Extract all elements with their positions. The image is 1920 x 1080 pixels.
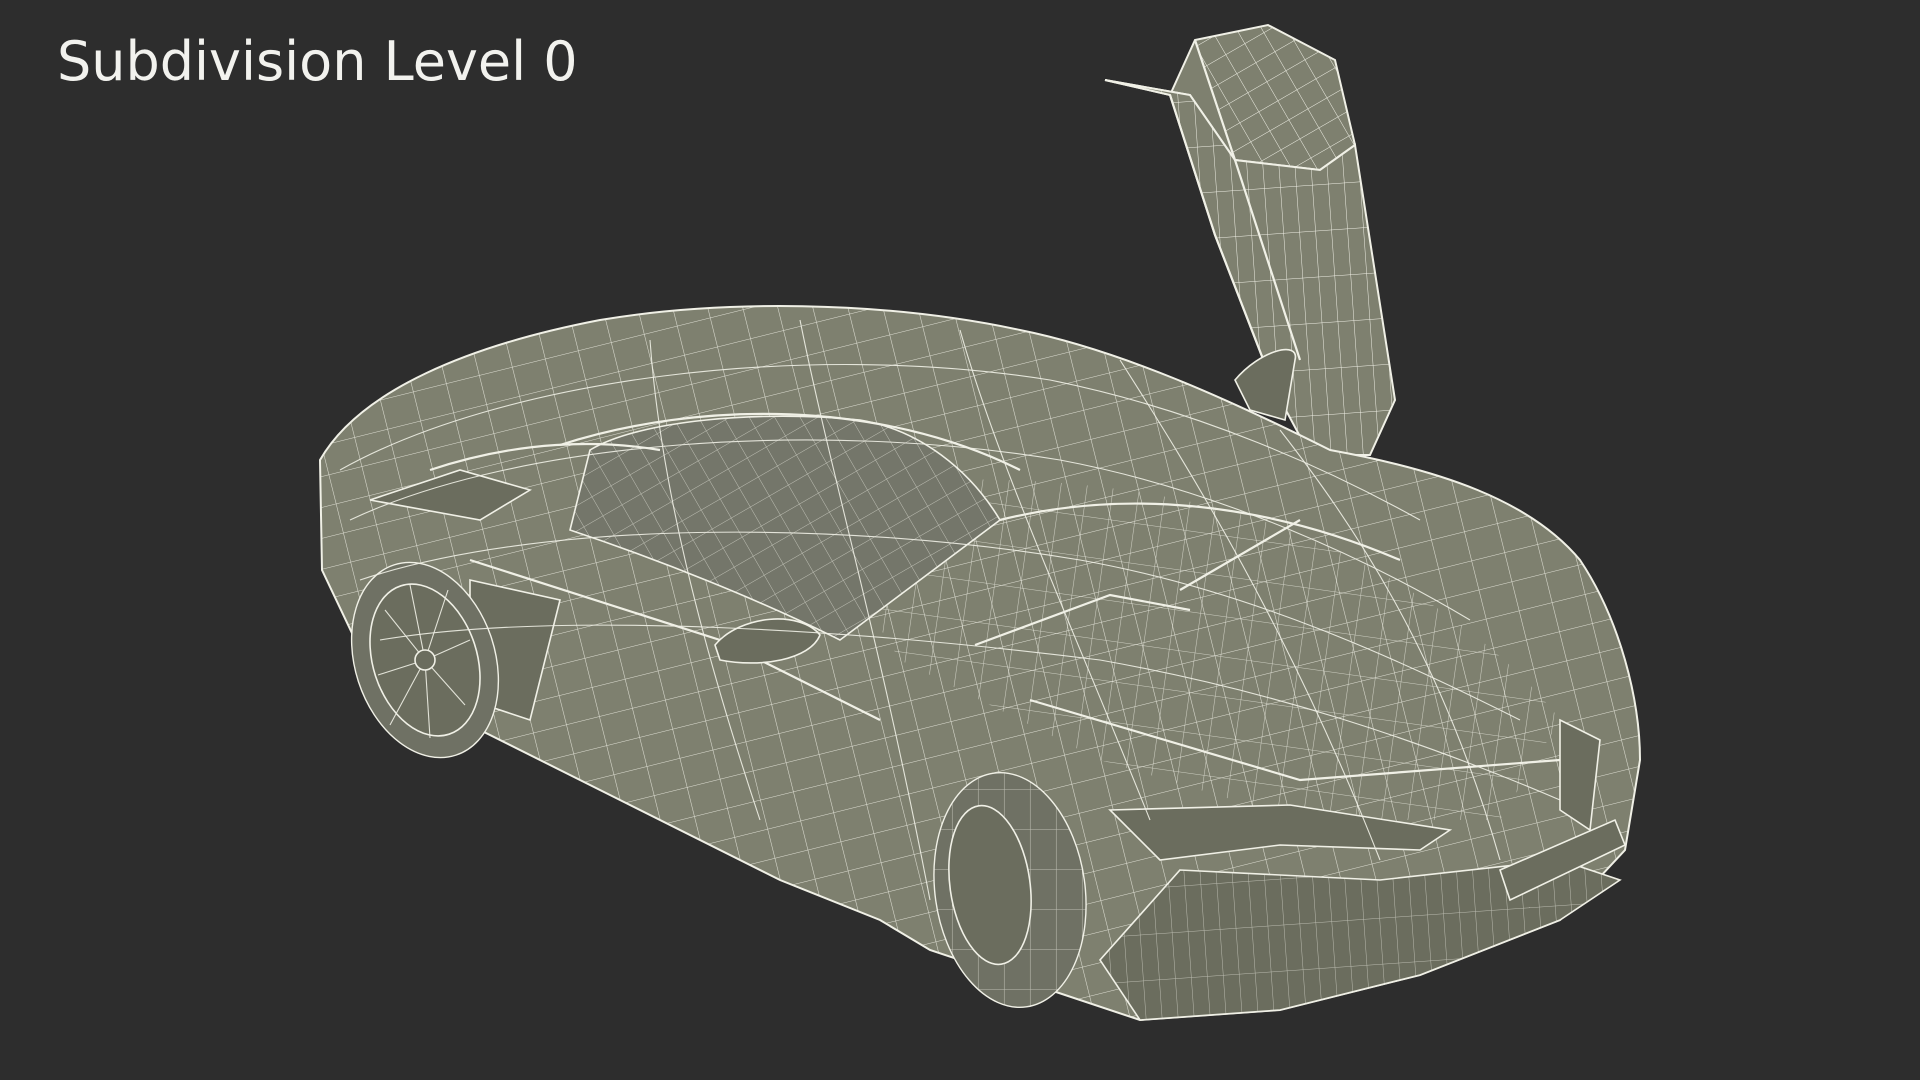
render-viewport: Subdivision Level 0 — [0, 0, 1920, 1080]
car-wireframe-render — [318, 23, 1642, 1022]
subdivision-level-caption: Subdivision Level 0 — [57, 30, 578, 93]
